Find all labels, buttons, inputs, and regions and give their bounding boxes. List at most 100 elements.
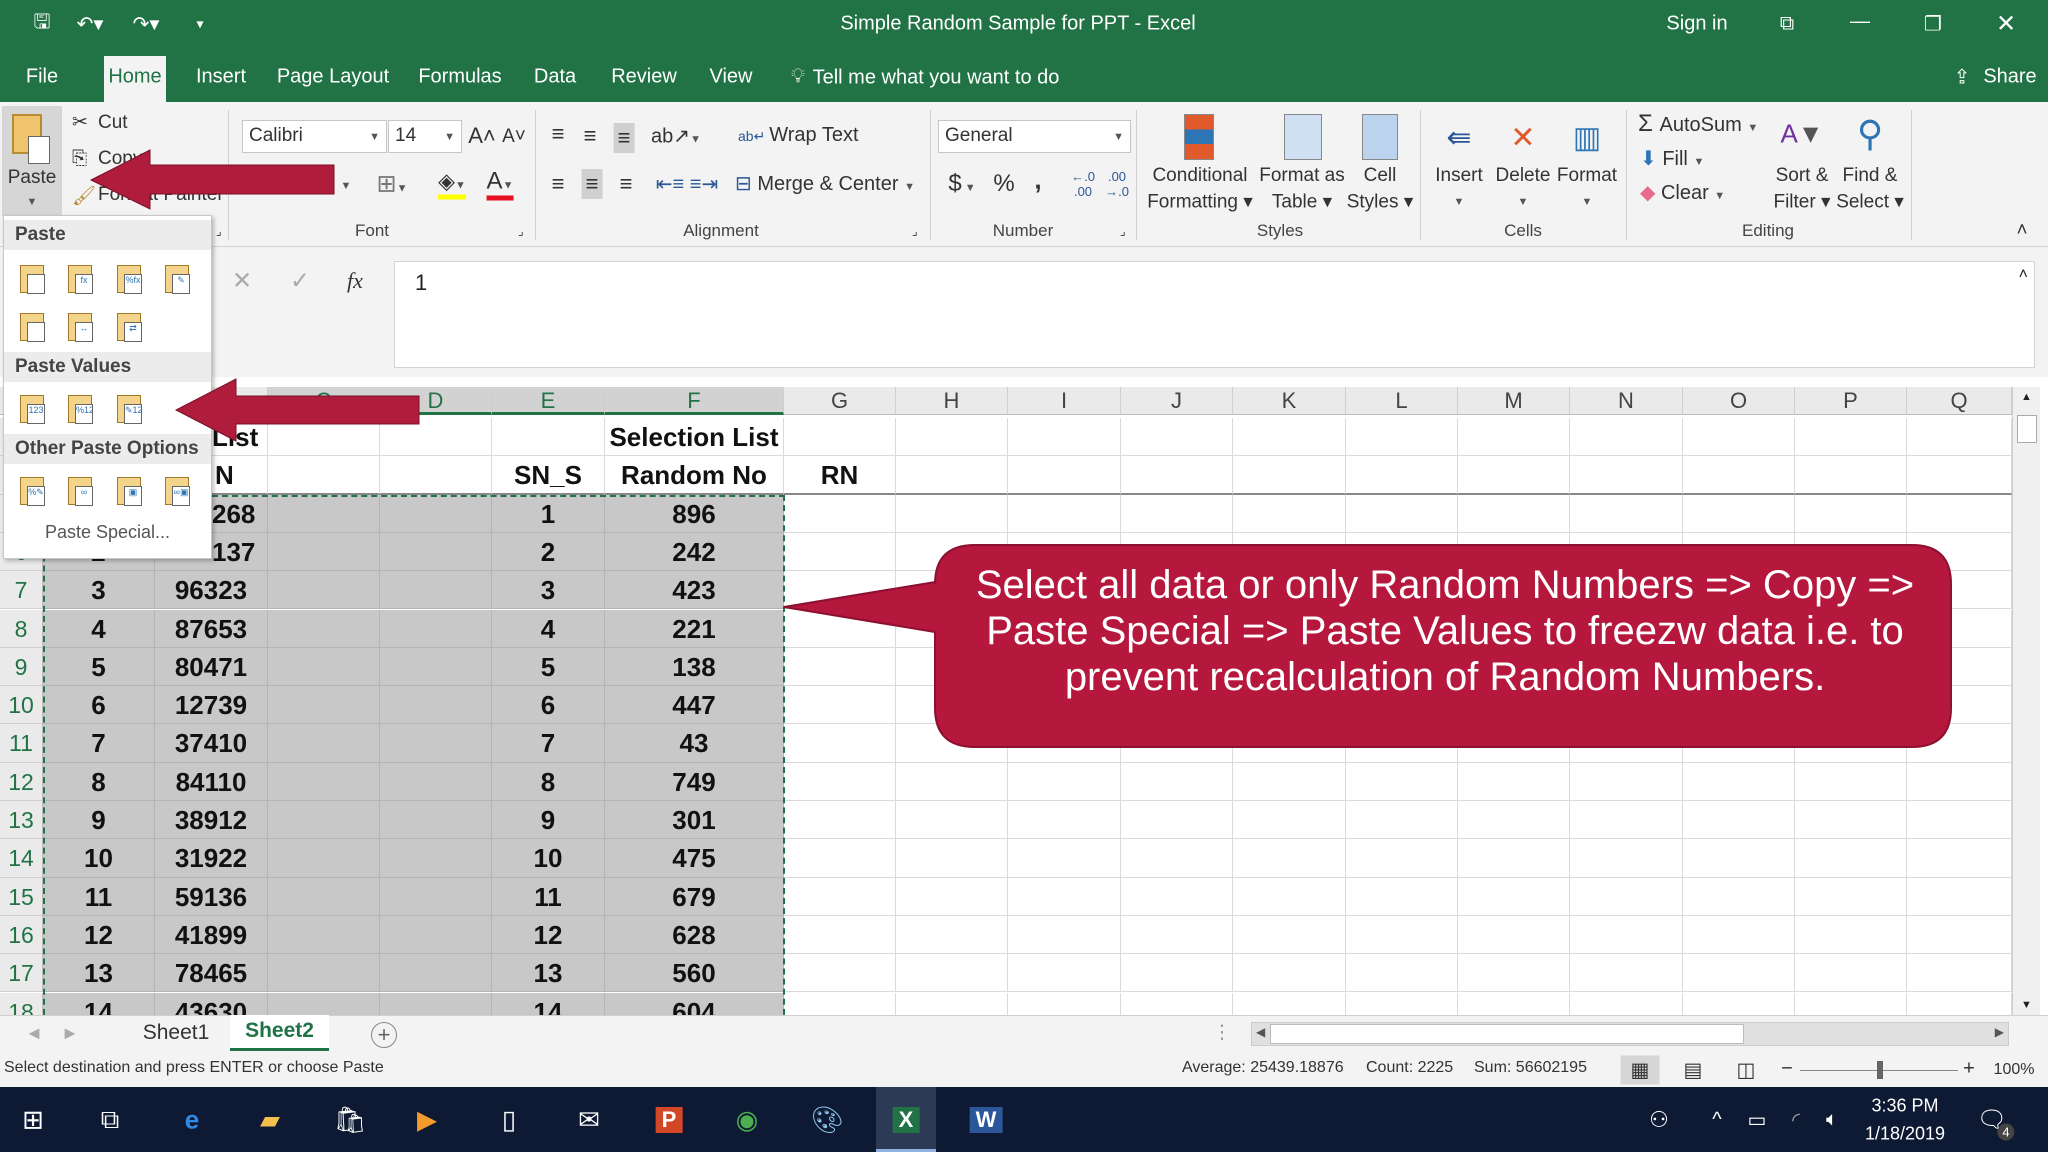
show-hidden-icons[interactable]: ^ [1712, 1109, 1721, 1132]
bottom-align-icon[interactable]: ≡ [613, 123, 635, 153]
cell-l13[interactable] [1346, 801, 1458, 840]
word-icon[interactable]: W [969, 1107, 1003, 1133]
currency-button[interactable]: $ ▼ [948, 170, 975, 198]
excel-icon[interactable]: X [892, 1107, 920, 1133]
cell-n4[interactable] [1570, 456, 1683, 495]
paste-picture-icon[interactable]: ▣ [114, 474, 144, 508]
cell-o15[interactable] [1683, 877, 1795, 916]
cell-q18[interactable] [1907, 992, 2012, 1015]
clear-button[interactable]: ◆ Clear ▼ [1640, 180, 1725, 205]
cell-k17[interactable] [1233, 954, 1346, 993]
cell-j14[interactable] [1121, 839, 1233, 878]
percent-button[interactable]: % [993, 170, 1014, 198]
paste-link-icon[interactable]: ∞ [65, 474, 95, 508]
cell-j3[interactable] [1121, 418, 1233, 457]
row-header[interactable]: 16 [0, 915, 43, 955]
cell-j4[interactable] [1121, 456, 1233, 495]
cell-i5[interactable] [1008, 494, 1121, 533]
cell-i12[interactable] [1008, 762, 1121, 801]
cell-p17[interactable] [1795, 954, 1907, 993]
cell-j13[interactable] [1121, 801, 1233, 840]
cell-i3[interactable] [1008, 418, 1121, 457]
windows-start-icon[interactable]: ⊞ [22, 1105, 44, 1136]
column-header-f[interactable]: F [605, 387, 784, 415]
clock-time[interactable]: 3:36 PM [1871, 1096, 1938, 1117]
cell-h17[interactable] [896, 954, 1008, 993]
cell-j16[interactable] [1121, 915, 1233, 955]
cell-j5[interactable] [1121, 494, 1233, 533]
cell-i18[interactable] [1008, 992, 1121, 1015]
wrap-text-button[interactable]: ab↵ Wrap Text [738, 124, 859, 147]
cell-e3[interactable] [492, 418, 605, 457]
insert-button[interactable]: Insert [1435, 165, 1483, 187]
row-header[interactable]: 12 [0, 762, 43, 801]
cell-p16[interactable] [1795, 915, 1907, 955]
zoom-in-icon[interactable]: + [1963, 1058, 1975, 1081]
powerpoint-icon[interactable]: P [655, 1107, 683, 1133]
cell-j11[interactable] [1121, 724, 1233, 763]
clock-date[interactable]: 1/18/2019 [1865, 1124, 1945, 1145]
column-header-j[interactable]: J [1121, 387, 1233, 415]
cell-q11[interactable] [1907, 724, 2012, 763]
number-format-select[interactable]: General ▼ [938, 120, 1131, 153]
cell-p18[interactable] [1795, 992, 1907, 1015]
cell-i11[interactable] [1008, 724, 1121, 763]
cell-k5[interactable] [1233, 494, 1346, 533]
cell-i15[interactable] [1008, 877, 1121, 916]
cell-d4[interactable] [380, 456, 492, 495]
zoom-level[interactable]: 100% [1994, 1061, 2035, 1079]
middle-align-icon[interactable]: ≡ [584, 123, 597, 149]
cell-n5[interactable] [1570, 494, 1683, 533]
chrome-icon[interactable]: ◉ [736, 1105, 759, 1136]
ribbon-display-icon[interactable]: ⧉ [1780, 13, 1794, 36]
formula-input[interactable]: 1 ˄ [394, 261, 2035, 368]
next-sheet-icon[interactable]: ▶ [65, 1025, 76, 1042]
row-header[interactable]: 11 [0, 724, 43, 763]
orientation-icon[interactable]: ab↗▼ [651, 124, 701, 149]
cell-k13[interactable] [1233, 801, 1346, 840]
format-as-table-button[interactable]: Format as Table ▾ [1254, 108, 1350, 218]
cell-n14[interactable] [1570, 839, 1683, 878]
split-handle-icon[interactable]: ⋮ [1213, 1022, 1232, 1045]
cell-o4[interactable] [1683, 456, 1795, 495]
cell-g10[interactable] [784, 686, 896, 725]
cell-p11[interactable] [1795, 724, 1907, 763]
cell-o5[interactable] [1683, 494, 1795, 533]
cell-h13[interactable] [896, 801, 1008, 840]
cell-k16[interactable] [1233, 915, 1346, 955]
cell-k12[interactable] [1233, 762, 1346, 801]
font-color-icon[interactable]: A▼ [486, 168, 514, 201]
file-explorer-icon[interactable]: ▰ [260, 1105, 280, 1136]
row-header[interactable]: 13 [0, 801, 43, 840]
zoom-out-icon[interactable]: − [1781, 1058, 1793, 1081]
column-header-l[interactable]: L [1346, 387, 1458, 415]
row-header[interactable]: 10 [0, 686, 43, 725]
column-header-e[interactable]: E [492, 387, 605, 415]
sign-in-link[interactable]: Sign in [1666, 13, 1727, 36]
cell-g16[interactable] [784, 915, 896, 955]
scrollbar-thumb[interactable] [1270, 1024, 1744, 1044]
cell-h14[interactable] [896, 839, 1008, 878]
align-right-icon[interactable]: ≡ [620, 171, 633, 197]
people-icon[interactable]: ⚇ [1649, 1107, 1669, 1133]
cell-m3[interactable] [1458, 418, 1570, 457]
cell-h18[interactable] [896, 992, 1008, 1015]
tab-data[interactable]: Data [534, 66, 576, 89]
cell-g8[interactable] [784, 609, 896, 648]
cell-l4[interactable] [1346, 456, 1458, 495]
scroll-up-icon[interactable]: ▲ [2021, 391, 2032, 403]
cell-n18[interactable] [1570, 992, 1683, 1015]
cell-o14[interactable] [1683, 839, 1795, 878]
cell-k4[interactable] [1233, 456, 1346, 495]
cell-g4[interactable]: RN [784, 456, 896, 495]
cell-h16[interactable] [896, 915, 1008, 955]
cell-o16[interactable] [1683, 915, 1795, 955]
row-header[interactable]: 17 [0, 954, 43, 993]
cell-j18[interactable] [1121, 992, 1233, 1015]
cell-g9[interactable] [784, 647, 896, 687]
cell-c4[interactable] [268, 456, 380, 495]
cell-o12[interactable] [1683, 762, 1795, 801]
row-header[interactable]: 9 [0, 647, 43, 687]
cell-g14[interactable] [784, 839, 896, 878]
tab-review[interactable]: Review [611, 66, 677, 89]
